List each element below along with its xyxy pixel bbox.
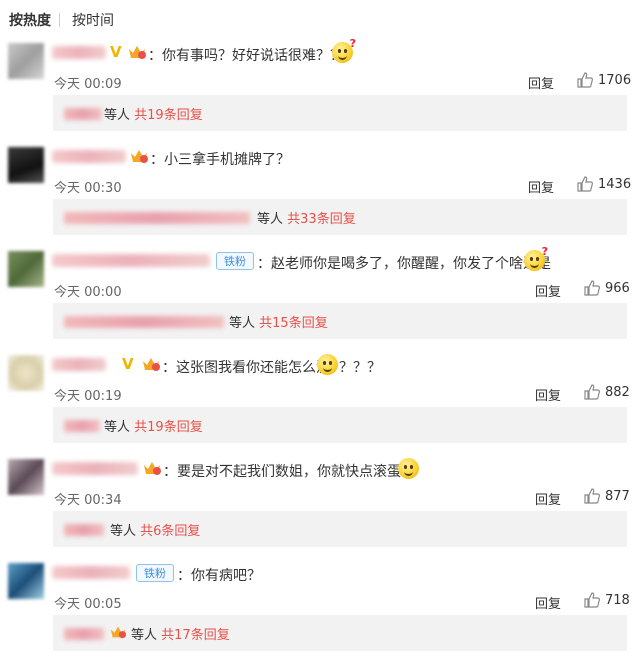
reply-usernames (64, 524, 104, 536)
reply-summary[interactable]: 等人 共15条回复 (53, 303, 627, 339)
reply-usernames (64, 420, 100, 432)
avatar[interactable] (8, 563, 44, 599)
thumbs-up-icon (584, 592, 600, 608)
fan-badge: 铁粉 (216, 252, 254, 270)
username[interactable] (52, 462, 138, 475)
comment-text: ：你有病吧？ (177, 568, 261, 584)
comment-time: 今天 00:00 (54, 285, 122, 300)
username[interactable] (52, 254, 210, 267)
comment-text: ：赵老师你是喝多了，你醒醒，你发了个啥这是 (257, 256, 551, 272)
smile-emoji-icon (317, 354, 338, 375)
reply-count-link[interactable]: 共19条回复 (134, 420, 203, 435)
comment-item: 铁粉 ：你有病吧？ 今天 00:05 回复 718 等人 共17条回复 (0, 560, 640, 664)
reply-button[interactable]: 回复 (528, 73, 554, 92)
like-count: 1436 (598, 177, 632, 192)
reply-summary[interactable]: 等人 共6条回复 (53, 511, 627, 547)
comment-time: 今天 00:05 (54, 597, 122, 612)
tab-sort-time[interactable]: 按时间 (72, 10, 114, 30)
like-count: 966 (605, 281, 630, 296)
thumbs-up-icon (584, 488, 600, 504)
like-count: 882 (605, 385, 630, 400)
verified-v-icon: V (122, 355, 134, 373)
reply-button[interactable]: 回复 (535, 593, 561, 612)
crown-icon (144, 462, 161, 475)
reply-others-label: 等人 共19条回复 (104, 420, 203, 435)
avatar[interactable] (8, 43, 44, 79)
reply-others-label: 等人 共15条回复 (229, 316, 328, 331)
avatar[interactable] (8, 147, 44, 183)
comment-text: ：你有事吗？好好说话很难？？ (148, 48, 344, 64)
avatar[interactable] (8, 355, 44, 391)
thinking-emoji-icon: ? (524, 245, 548, 271)
username[interactable] (52, 46, 106, 59)
reply-others-label: 等人 共33条回复 (257, 212, 356, 227)
like-count: 1706 (598, 73, 632, 88)
comment-text: ：要是对不起我们数姐，你就快点滚蛋吧 (163, 464, 415, 480)
username[interactable] (52, 150, 126, 163)
reply-count-link[interactable]: 共15条回复 (259, 316, 328, 331)
tab-divider (59, 13, 60, 27)
thumbs-up-icon (584, 280, 600, 296)
reply-summary[interactable]: 等人 共19条回复 (53, 407, 627, 443)
comment-item: V ：你有事吗？好好说话很难？？ ? 今天 00:09 回复 1706 等人 共… (0, 37, 640, 144)
thumbs-up-icon (584, 384, 600, 400)
comment-time: 今天 00:09 (54, 77, 122, 92)
smile-emoji-icon (398, 458, 419, 479)
comment-time: 今天 00:34 (54, 493, 122, 508)
verified-v-icon: V (110, 43, 122, 61)
username[interactable] (52, 358, 106, 371)
sort-tabs: 按热度 按时间 (0, 0, 640, 38)
reply-summary[interactable]: 等人 共17条回复 (53, 615, 627, 651)
crown-icon (143, 358, 160, 371)
comment-text: ：小三拿手机摊牌了？ (150, 152, 290, 168)
avatar[interactable] (8, 251, 44, 287)
comment-time: 今天 00:30 (54, 181, 122, 196)
reply-count-link[interactable]: 共17条回复 (161, 628, 230, 643)
crown-icon (131, 150, 148, 163)
comment-item: V ：这张图我看你还能怎么洗 ？？？ 今天 00:19 回复 882 等人 共1… (0, 352, 640, 456)
reply-usernames (64, 108, 102, 120)
reply-button[interactable]: 回复 (535, 385, 561, 404)
comment-time: 今天 00:19 (54, 389, 122, 404)
comment-item: ：要是对不起我们数姐，你就快点滚蛋吧 今天 00:34 回复 877 等人 共6… (0, 456, 640, 560)
thinking-emoji-icon: ? (332, 37, 356, 63)
reply-others-label: 等人 共19条回复 (104, 108, 203, 123)
reply-count-link[interactable]: 共6条回复 (140, 524, 200, 539)
crown-icon (110, 626, 126, 639)
avatar[interactable] (8, 459, 44, 495)
reply-others-label: 等人 共6条回复 (110, 524, 201, 539)
reply-button[interactable]: 回复 (528, 177, 554, 196)
thumbs-up-icon (577, 176, 593, 192)
reply-usernames (64, 212, 250, 224)
reply-button[interactable]: 回复 (535, 281, 561, 300)
like-count: 718 (605, 593, 630, 608)
username[interactable] (52, 566, 130, 579)
reply-others-label: 等人 共17条回复 (131, 628, 230, 643)
crown-icon (129, 46, 146, 59)
reply-summary[interactable]: 等人 共33条回复 (53, 199, 627, 235)
like-count: 877 (605, 489, 630, 504)
comment-text: ：这张图我看你还能怎么洗 (162, 360, 330, 376)
comment-item: ：小三拿手机摊牌了？ 今天 00:30 回复 1436 等人 共33条回复 (0, 144, 640, 248)
thumbs-up-icon (577, 72, 593, 88)
reply-usernames (64, 628, 104, 640)
comment-item: 铁粉 ：赵老师你是喝多了，你醒醒，你发了个啥这是 ? 今天 00:00 回复 9… (0, 245, 640, 352)
fan-badge: 铁粉 (136, 564, 174, 582)
reply-button[interactable]: 回复 (535, 489, 561, 508)
reply-summary[interactable]: 等人 共19条回复 (53, 95, 627, 131)
reply-count-link[interactable]: 共33条回复 (287, 212, 356, 227)
comment-text-suffix: ？？？ (339, 360, 381, 376)
tab-sort-hot[interactable]: 按热度 (9, 10, 51, 30)
reply-count-link[interactable]: 共19条回复 (134, 108, 203, 123)
reply-usernames (64, 316, 224, 328)
